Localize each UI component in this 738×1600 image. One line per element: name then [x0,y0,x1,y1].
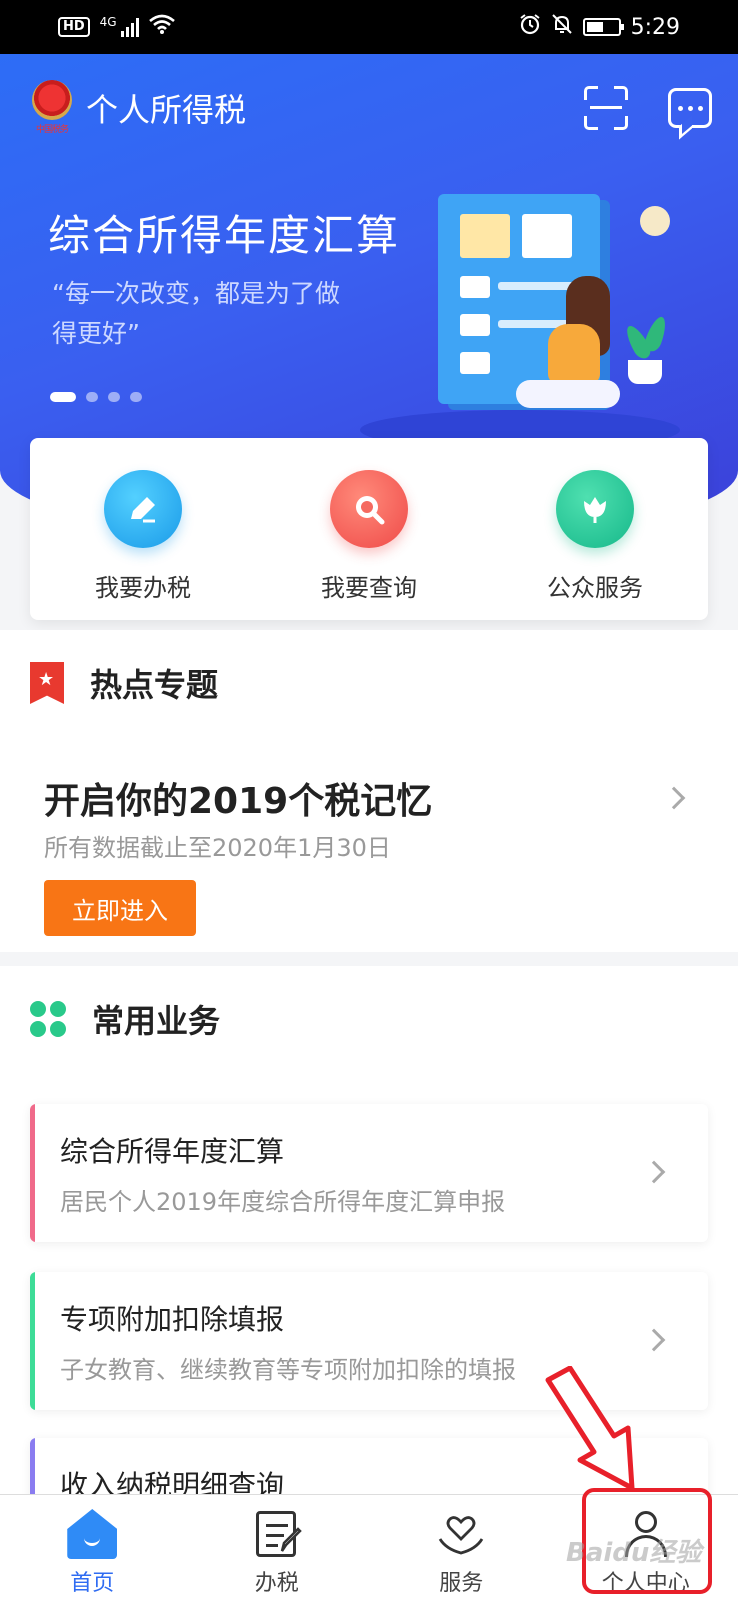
quick-action-label: 我要查询 [321,574,417,602]
pen-icon [104,470,182,548]
banner-illustration [360,184,738,464]
chevron-right-icon [642,1160,666,1184]
clock: 5:29 [630,14,680,40]
nav-do-tax[interactable]: 办税 [185,1495,370,1600]
tax-emblem-icon: 中国税务 [30,80,74,136]
chevron-right-icon [662,786,686,810]
carousel-indicator [50,392,142,402]
service-card-title: 综合所得年度汇算 [60,1135,285,1168]
nav-label: 首页 [70,1571,115,1596]
quick-action-label: 公众服务 [547,574,643,602]
message-icon[interactable] [668,88,712,128]
alarm-icon [519,13,541,41]
search-icon [330,470,408,548]
service-card-subtitle: 居民个人2019年度综合所得年度汇算申报 [60,1188,506,1216]
edit-doc-icon [252,1509,302,1559]
hot-topic-title: 开启你的2019个税记忆 [44,781,433,822]
carousel-dot [108,392,120,402]
app-brand: 中国税务 个人所得税 [30,80,246,136]
service-card-title: 专项附加扣除填报 [60,1303,285,1336]
mute-bell-icon [551,13,573,41]
flower-icon [556,470,634,548]
hot-topics-panel: 热点专题 开启你的2019个税记忆 所有数据截止至2020年1月30日 立即进入 [0,630,738,952]
nav-label: 办税 [254,1571,299,1596]
chevron-right-icon [642,1328,666,1352]
watermark: Baidu经验 [566,1538,702,1568]
section-title: 常用业务 [92,1002,221,1040]
app-title: 个人所得税 [86,91,247,129]
wifi-icon [148,14,175,40]
service-card-annual-settlement[interactable]: 综合所得年度汇算 居民个人2019年度综合所得年度汇算申报 [30,1104,708,1242]
carousel-dot [86,392,98,402]
status-bar: HD 4G 5:29 [0,0,738,54]
annotation-arrow-icon [545,1366,635,1491]
common-services-header: 常用业务 [30,996,220,1042]
home-icon [67,1509,118,1559]
quick-action-public-service[interactable]: 公众服务 [505,470,685,603]
nav-home[interactable]: 首页 [0,1495,185,1600]
service-card-subtitle: 子女教育、继续教育等专项附加扣除的填报 [60,1356,516,1384]
nav-service[interactable]: 服务 [369,1495,554,1600]
quick-action-do-tax[interactable]: 我要办税 [53,470,233,603]
nav-label: 服务 [439,1571,484,1596]
hd-badge: HD [58,17,90,37]
grid-icon [30,1001,66,1037]
banner-quote: “每一次改变，都是为了做得更好” [52,279,340,348]
signal-icon [120,17,139,37]
quick-action-label: 我要办税 [95,574,191,602]
hot-topics-header: 热点专题 [30,660,218,706]
scan-icon[interactable] [584,86,628,130]
quick-action-query[interactable]: 我要查询 [279,470,459,603]
bookmark-star-icon [30,662,64,704]
enter-now-button[interactable]: 立即进入 [44,880,196,936]
carousel-dot [50,392,76,402]
network-type: 4G [99,15,117,29]
section-title: 热点专题 [90,666,219,704]
banner-title: 综合所得年度汇算 [48,211,401,260]
carousel-dot [130,392,142,402]
hot-topic-subtitle: 所有数据截止至2020年1月30日 [44,834,391,862]
app-header: 中国税务 个人所得税 [30,80,712,136]
quick-actions: 我要办税 我要查询 公众服务 [30,438,708,620]
heart-hands-icon [436,1509,486,1559]
battery-icon [582,18,624,36]
